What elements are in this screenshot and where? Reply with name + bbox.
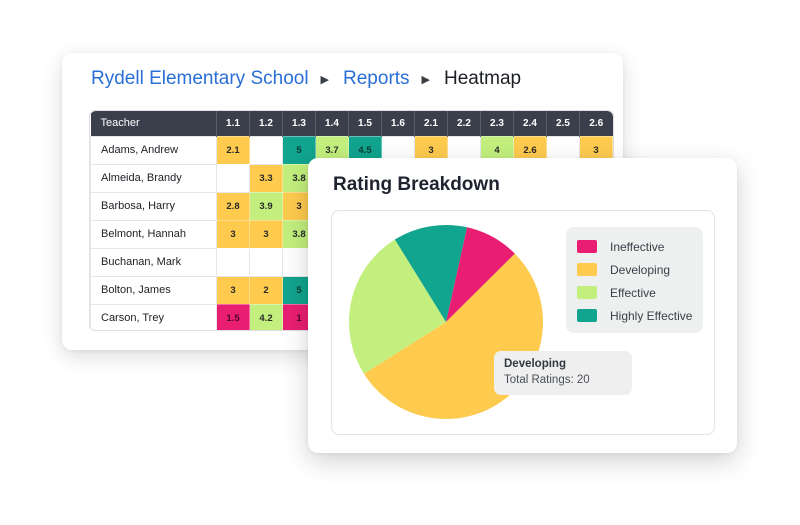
legend-label: Highly Effective	[610, 308, 693, 323]
legend-item[interactable]: Developing	[577, 258, 703, 281]
legend-item[interactable]: Ineffective	[577, 235, 703, 258]
legend-swatch	[577, 263, 597, 276]
score-cell[interactable]	[216, 163, 250, 193]
column-header-teacher[interactable]: Teacher	[90, 111, 217, 136]
chart-tooltip: Developing Total Ratings: 20	[494, 351, 632, 395]
score-cell[interactable]	[249, 135, 283, 165]
legend-item[interactable]: Effective	[577, 281, 703, 304]
tooltip-body: Total Ratings: 20	[504, 374, 590, 386]
teacher-name[interactable]: Buchanan, Mark	[90, 247, 217, 277]
teacher-name[interactable]: Barbosa, Harry	[90, 191, 217, 221]
triangle-right-icon: ▶	[421, 73, 431, 86]
score-cell[interactable]: 2.8	[216, 191, 250, 221]
score-cell[interactable]: 3	[216, 219, 250, 249]
legend-label: Ineffective	[610, 239, 665, 254]
column-header-2-2[interactable]: 2.2	[447, 111, 481, 136]
breadcrumb: Rydell Elementary School ▶ Reports ▶ Hea…	[91, 68, 521, 90]
teacher-name[interactable]: Belmont, Hannah	[90, 219, 217, 249]
score-cell[interactable]	[249, 247, 283, 277]
score-cell[interactable]: 2.1	[216, 135, 250, 165]
teacher-name[interactable]: Carson, Trey	[90, 303, 217, 330]
score-cell[interactable]: 2	[249, 275, 283, 305]
legend-label: Developing	[610, 262, 671, 277]
score-cell[interactable]: 3.3	[249, 163, 283, 193]
teacher-name[interactable]: Bolton, James	[90, 275, 217, 305]
column-header-2-1[interactable]: 2.1	[414, 111, 448, 136]
column-header-1-1[interactable]: 1.1	[216, 111, 250, 136]
breadcrumb-school-link[interactable]: Rydell Elementary School	[91, 68, 309, 90]
column-header-1-5[interactable]: 1.5	[348, 111, 382, 136]
rating-breakdown-card: Rating Breakdown Ineffective Developing Ef…	[308, 158, 737, 453]
tooltip-title: Developing	[504, 358, 566, 370]
score-cell[interactable]: 3.9	[249, 191, 283, 221]
score-cell[interactable]	[216, 247, 250, 277]
column-header-2-3[interactable]: 2.3	[480, 111, 514, 136]
teacher-name[interactable]: Almeida, Brandy	[90, 163, 217, 193]
column-header-2-6[interactable]: 2.6	[579, 111, 613, 136]
column-header-1-4[interactable]: 1.4	[315, 111, 349, 136]
column-header-1-3[interactable]: 1.3	[282, 111, 316, 136]
legend-swatch	[577, 240, 597, 253]
score-cell[interactable]: 1.5	[216, 303, 250, 330]
table-header-row: Teacher 1.1 1.2 1.3 1.4 1.5 1.6 2.1 2.2 2.3 2.4 2.5…	[90, 111, 613, 136]
chart-legend: Ineffective Developing Effective Highly Eff…	[566, 227, 703, 333]
column-header-2-5[interactable]: 2.5	[546, 111, 580, 136]
teacher-name[interactable]: Adams, Andrew	[90, 135, 217, 165]
card-title: Rating Breakdown	[333, 174, 500, 195]
chart-container: Ineffective Developing Effective Highly Eff…	[331, 210, 715, 435]
score-cell[interactable]: 4.2	[249, 303, 283, 330]
column-header-2-4[interactable]: 2.4	[513, 111, 547, 136]
breadcrumb-current-page: Heatmap	[444, 68, 522, 89]
score-cell[interactable]: 3	[216, 275, 250, 305]
triangle-right-icon: ▶	[320, 73, 330, 86]
legend-item[interactable]: Highly Effective	[577, 304, 703, 327]
legend-label: Effective	[610, 285, 656, 300]
score-cell[interactable]: 3	[249, 219, 283, 249]
column-header-1-2[interactable]: 1.2	[249, 111, 283, 136]
breadcrumb-reports-link[interactable]: Reports	[343, 68, 410, 90]
column-header-1-6[interactable]: 1.6	[381, 111, 415, 136]
legend-swatch	[577, 309, 597, 322]
legend-swatch	[577, 286, 597, 299]
